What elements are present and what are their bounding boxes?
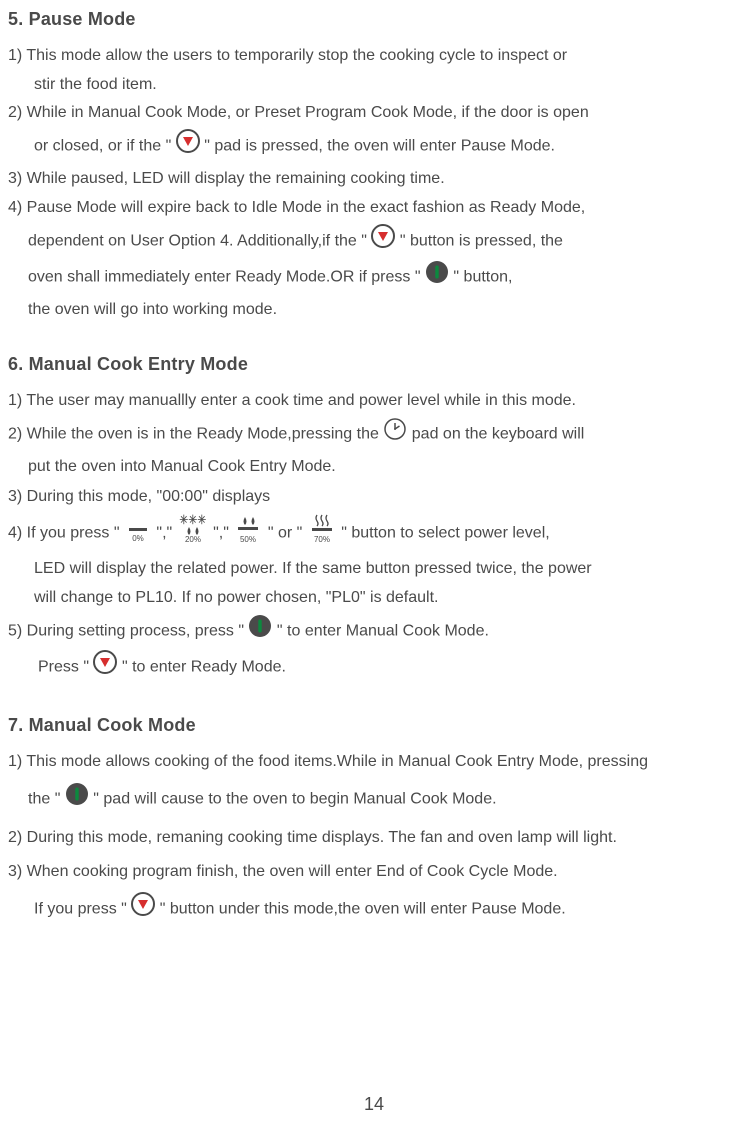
s6-p4a: 4) If you press " 0% "," 20% "," 50% " o… <box>8 514 738 553</box>
stop-down-icon <box>93 650 117 683</box>
s5-p4c-pre: oven shall immediately enter Ready Mode.… <box>28 269 421 286</box>
s6-sep1: "," <box>156 525 172 542</box>
heat-50-icon: 50% <box>233 513 263 552</box>
s7-p3b-pre: If you press " <box>34 901 127 918</box>
stop-down-icon <box>371 224 395 257</box>
clock-icon <box>383 417 407 450</box>
s5-p4a: 4) Pause Mode will expire back to Idle M… <box>8 196 738 221</box>
section-5-title: 5. Pause Mode <box>8 6 738 34</box>
s6-p5a-post: " to enter Manual Cook Mode. <box>277 622 489 639</box>
s6-p5b-post: " to enter Ready Mode. <box>122 659 286 676</box>
s5-p2b-pre: or closed, or if the " <box>34 138 171 155</box>
s6-p4a-post: " button to select power level, <box>341 525 549 542</box>
heat-70-icon: 70% <box>307 513 337 552</box>
s5-p4b-pre: dependent on User Option 4. Additionally… <box>28 232 367 249</box>
s6-p4a-pre: 4) If you press " <box>8 525 120 542</box>
s5-p2b: or closed, or if the " " pad is pressed,… <box>8 130 738 163</box>
s6-p1: 1) The user may manuallly enter a cook t… <box>8 389 738 414</box>
svg-text:0%: 0% <box>132 534 144 542</box>
s6-p2a: 2) While the oven is in the Ready Mode,p… <box>8 418 738 451</box>
s6-p5a-pre: 5) During setting process, press " <box>8 622 244 639</box>
s5-p4b-post: " button is pressed, the <box>400 232 563 249</box>
power-on-icon <box>65 782 89 815</box>
section-6-title: 6. Manual Cook Entry Mode <box>8 351 738 379</box>
s7-p3a: 3) When cooking program finish, the oven… <box>8 860 738 885</box>
s7-p1b-pre: the " <box>28 790 60 807</box>
s7-p2: 2) During this mode, remaning cooking ti… <box>8 826 738 851</box>
section-7-title: 7. Manual Cook Mode <box>8 712 738 740</box>
svg-text:20%: 20% <box>185 535 201 543</box>
s5-p4d: the oven will go into working mode. <box>8 298 738 323</box>
s6-p4b: LED will display the related power. If t… <box>8 557 738 582</box>
stop-down-icon <box>131 892 155 925</box>
defrost-20-icon: 20% <box>177 513 209 552</box>
s7-p3b: If you press " " button under this mode,… <box>8 893 738 926</box>
s6-p3: 3) During this mode, "00:00" displays <box>8 485 738 510</box>
s5-p2a: 2) While in Manual Cook Mode, or Preset … <box>8 101 738 126</box>
s7-p1b-post: " pad will cause to the oven to begin Ma… <box>93 790 496 807</box>
defrost-0-icon: 0% <box>124 514 152 551</box>
s6-p2a-post: pad on the keyboard will <box>412 425 585 442</box>
svg-text:70%: 70% <box>314 535 330 543</box>
s5-p4c-post: " button, <box>453 269 512 286</box>
s6-p2a-pre: 2) While the oven is in the Ready Mode,p… <box>8 425 379 442</box>
power-on-icon <box>248 614 272 647</box>
stop-down-icon <box>176 129 200 162</box>
s5-p2b-post: " pad is pressed, the oven will enter Pa… <box>204 138 555 155</box>
s7-p1b: the " " pad will cause to the oven to be… <box>8 783 738 816</box>
s7-p3b-post: " button under this mode,the oven will e… <box>160 901 566 918</box>
s6-p5b: Press " " to enter Ready Mode. <box>8 651 738 684</box>
s5-p4b: dependent on User Option 4. Additionally… <box>8 225 738 258</box>
s5-p4c: oven shall immediately enter Ready Mode.… <box>8 261 738 294</box>
s6-sep3: " or " <box>268 525 302 542</box>
s6-p4c: will change to PL10. If no power chosen,… <box>8 586 738 611</box>
s6-sep2: "," <box>213 525 229 542</box>
s7-p1a: 1) This mode allows cooking of the food … <box>8 750 738 775</box>
s5-p1a: 1) This mode allow the users to temporar… <box>8 44 738 69</box>
power-on-icon <box>425 260 449 293</box>
s5-p1b: stir the food item. <box>8 73 738 98</box>
s5-p3: 3) While paused, LED will display the re… <box>8 167 738 192</box>
s6-p5b-pre: Press " <box>38 659 89 676</box>
page-number: 14 <box>364 1091 384 1119</box>
s6-p2b: put the oven into Manual Cook Entry Mode… <box>8 455 738 480</box>
s6-p5a: 5) During setting process, press " " to … <box>8 615 738 648</box>
svg-text:50%: 50% <box>240 535 256 543</box>
